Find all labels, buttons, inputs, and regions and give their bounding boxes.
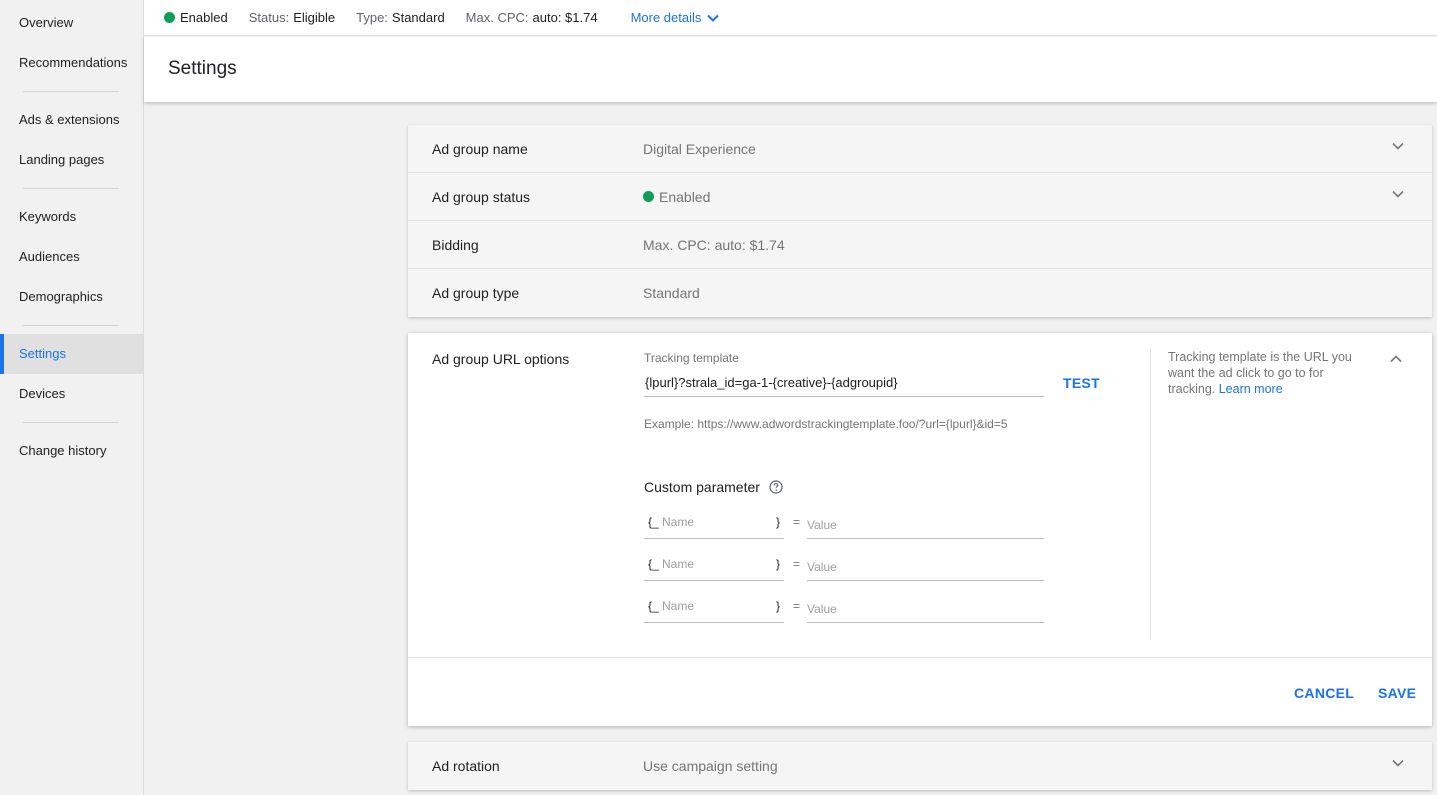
status-eligibility: Status: Eligible (249, 10, 335, 25)
setting-value: Enabled (643, 189, 710, 205)
setting-label: Ad group name (432, 140, 528, 157)
sidebar-divider (23, 325, 119, 326)
setting-value-text: Standard (643, 285, 700, 301)
status-enabled-label: Enabled (180, 10, 228, 25)
equals-sign: = (793, 515, 801, 529)
sidebar-divider (23, 422, 119, 423)
ad-rotation-label: Ad rotation (432, 758, 500, 774)
setting-row-bidding: Bidding Max. CPC: auto: $1.74 (408, 221, 1432, 269)
custom-parameter-row: {_ } = (644, 591, 1044, 623)
sidebar-item-audiences[interactable]: Audiences (0, 237, 143, 277)
param-name-field: {_ } (644, 549, 784, 581)
setting-row-ad-group-name[interactable]: Ad group name Digital Experience (408, 125, 1432, 173)
param-value-input[interactable] (807, 596, 1044, 623)
status-cpc: Max. CPC: auto: $1.74 (466, 10, 598, 25)
sidebar-item-demographics[interactable]: Demographics (0, 277, 143, 317)
tracking-template-help: Tracking template is the URL you want th… (1168, 349, 1368, 397)
sidebar-item-overview[interactable]: Overview (0, 3, 143, 43)
sidebar-item-settings[interactable]: Settings (0, 334, 143, 374)
vertical-divider (1150, 349, 1151, 640)
param-name-field: {_ } (644, 591, 784, 623)
brace-close: } (775, 515, 780, 529)
brace-open: {_ (648, 557, 659, 571)
cancel-button[interactable]: CANCEL (1294, 685, 1354, 701)
url-options-label: Ad group URL options (432, 351, 570, 367)
status-type: Type: Standard (356, 10, 445, 25)
setting-value-text: Digital Experience (643, 140, 756, 157)
tracking-template-label: Tracking template (644, 351, 739, 365)
brace-close: } (775, 599, 780, 613)
chevron-down-icon[interactable] (1392, 142, 1404, 150)
ad-rotation-card: Ad rotation Use campaign setting (408, 742, 1432, 790)
test-button[interactable]: TEST (1063, 375, 1100, 391)
sidebar: Overview Recommendations Ads & extensions L… (0, 0, 144, 795)
tracking-template-example: Example: https://www.adwordstrackingtemp… (644, 417, 1008, 431)
url-options-panel: Ad group URL options Tracking template T… (408, 333, 1432, 726)
setting-value: Digital Experience (643, 141, 756, 157)
param-name-field: {_ } (644, 507, 784, 539)
status-bar: Enabled Status: Eligible Type: Standard … (144, 0, 1437, 36)
chevron-down-icon[interactable] (1392, 190, 1404, 198)
setting-row-ad-group-status[interactable]: Ad group status Enabled (408, 173, 1432, 221)
horizontal-divider (408, 657, 1432, 658)
custom-parameter-row: {_ } = (644, 507, 1044, 539)
sidebar-item-keywords[interactable]: Keywords (0, 197, 143, 237)
settings-summary-card: Ad group name Digital Experience Ad grou… (408, 125, 1432, 317)
brace-open: {_ (648, 599, 659, 613)
status-dot-icon (643, 191, 654, 202)
help-icon[interactable] (769, 480, 783, 494)
sidebar-item-change-history[interactable]: Change history (0, 431, 143, 471)
sidebar-item-ads-and-extensions[interactable]: Ads & extensions (0, 100, 143, 140)
status-type-value: Standard (391, 10, 445, 25)
custom-parameter-row: {_ } = (644, 549, 1044, 581)
status-eligibility-value: Eligible (293, 10, 336, 25)
param-value-input[interactable] (807, 512, 1044, 539)
sidebar-item-devices[interactable]: Devices (0, 374, 143, 414)
status-cpc-label: Max. CPC: (465, 10, 529, 25)
status-eligibility-label: Status: (248, 10, 290, 25)
more-details-button[interactable]: More details (631, 10, 720, 25)
status-type-label: Type: (356, 10, 388, 25)
more-details-label: More details (630, 10, 702, 25)
brace-open: {_ (648, 515, 659, 529)
equals-sign: = (793, 599, 801, 613)
setting-value: Standard (643, 285, 700, 301)
save-button[interactable]: SAVE (1378, 685, 1416, 701)
equals-sign: = (793, 557, 801, 571)
status-dot-icon (164, 12, 175, 23)
setting-value-text: Enabled (659, 188, 711, 205)
param-value-input[interactable] (807, 554, 1044, 581)
page-title: Settings (168, 58, 237, 79)
sidebar-item-recommendations[interactable]: Recommendations (0, 43, 143, 83)
ad-rotation-row[interactable]: Ad rotation Use campaign setting (408, 742, 1432, 790)
ad-rotation-value: Use campaign setting (643, 758, 778, 774)
page-header: Settings (144, 37, 1437, 102)
setting-value: Max. CPC: auto: $1.74 (643, 237, 785, 253)
tracking-template-input[interactable] (644, 369, 1044, 397)
setting-label: Ad group status (432, 188, 531, 205)
param-name-input[interactable] (662, 554, 772, 574)
status-enabled: Enabled (164, 10, 228, 25)
setting-label: Ad group type (432, 285, 520, 301)
custom-parameter-heading: Custom parameter (644, 479, 783, 495)
setting-value-text: Max. CPC: auto: $1.74 (643, 236, 785, 253)
chevron-down-icon[interactable] (1392, 759, 1404, 767)
custom-parameter-label: Custom parameter (644, 479, 760, 495)
chevron-down-icon (707, 14, 720, 22)
sidebar-divider (23, 188, 119, 189)
setting-row-ad-group-type: Ad group type Standard (408, 269, 1432, 317)
param-name-input[interactable] (662, 596, 772, 616)
param-name-input[interactable] (662, 512, 772, 532)
sidebar-divider (23, 91, 119, 92)
sidebar-item-landing-pages[interactable]: Landing pages (0, 140, 143, 180)
status-cpc-value: auto: $1.74 (532, 10, 598, 25)
brace-close: } (775, 557, 780, 571)
setting-label: Bidding (432, 236, 479, 253)
learn-more-link[interactable]: Learn more (1219, 382, 1283, 396)
chevron-up-icon[interactable] (1390, 355, 1402, 363)
